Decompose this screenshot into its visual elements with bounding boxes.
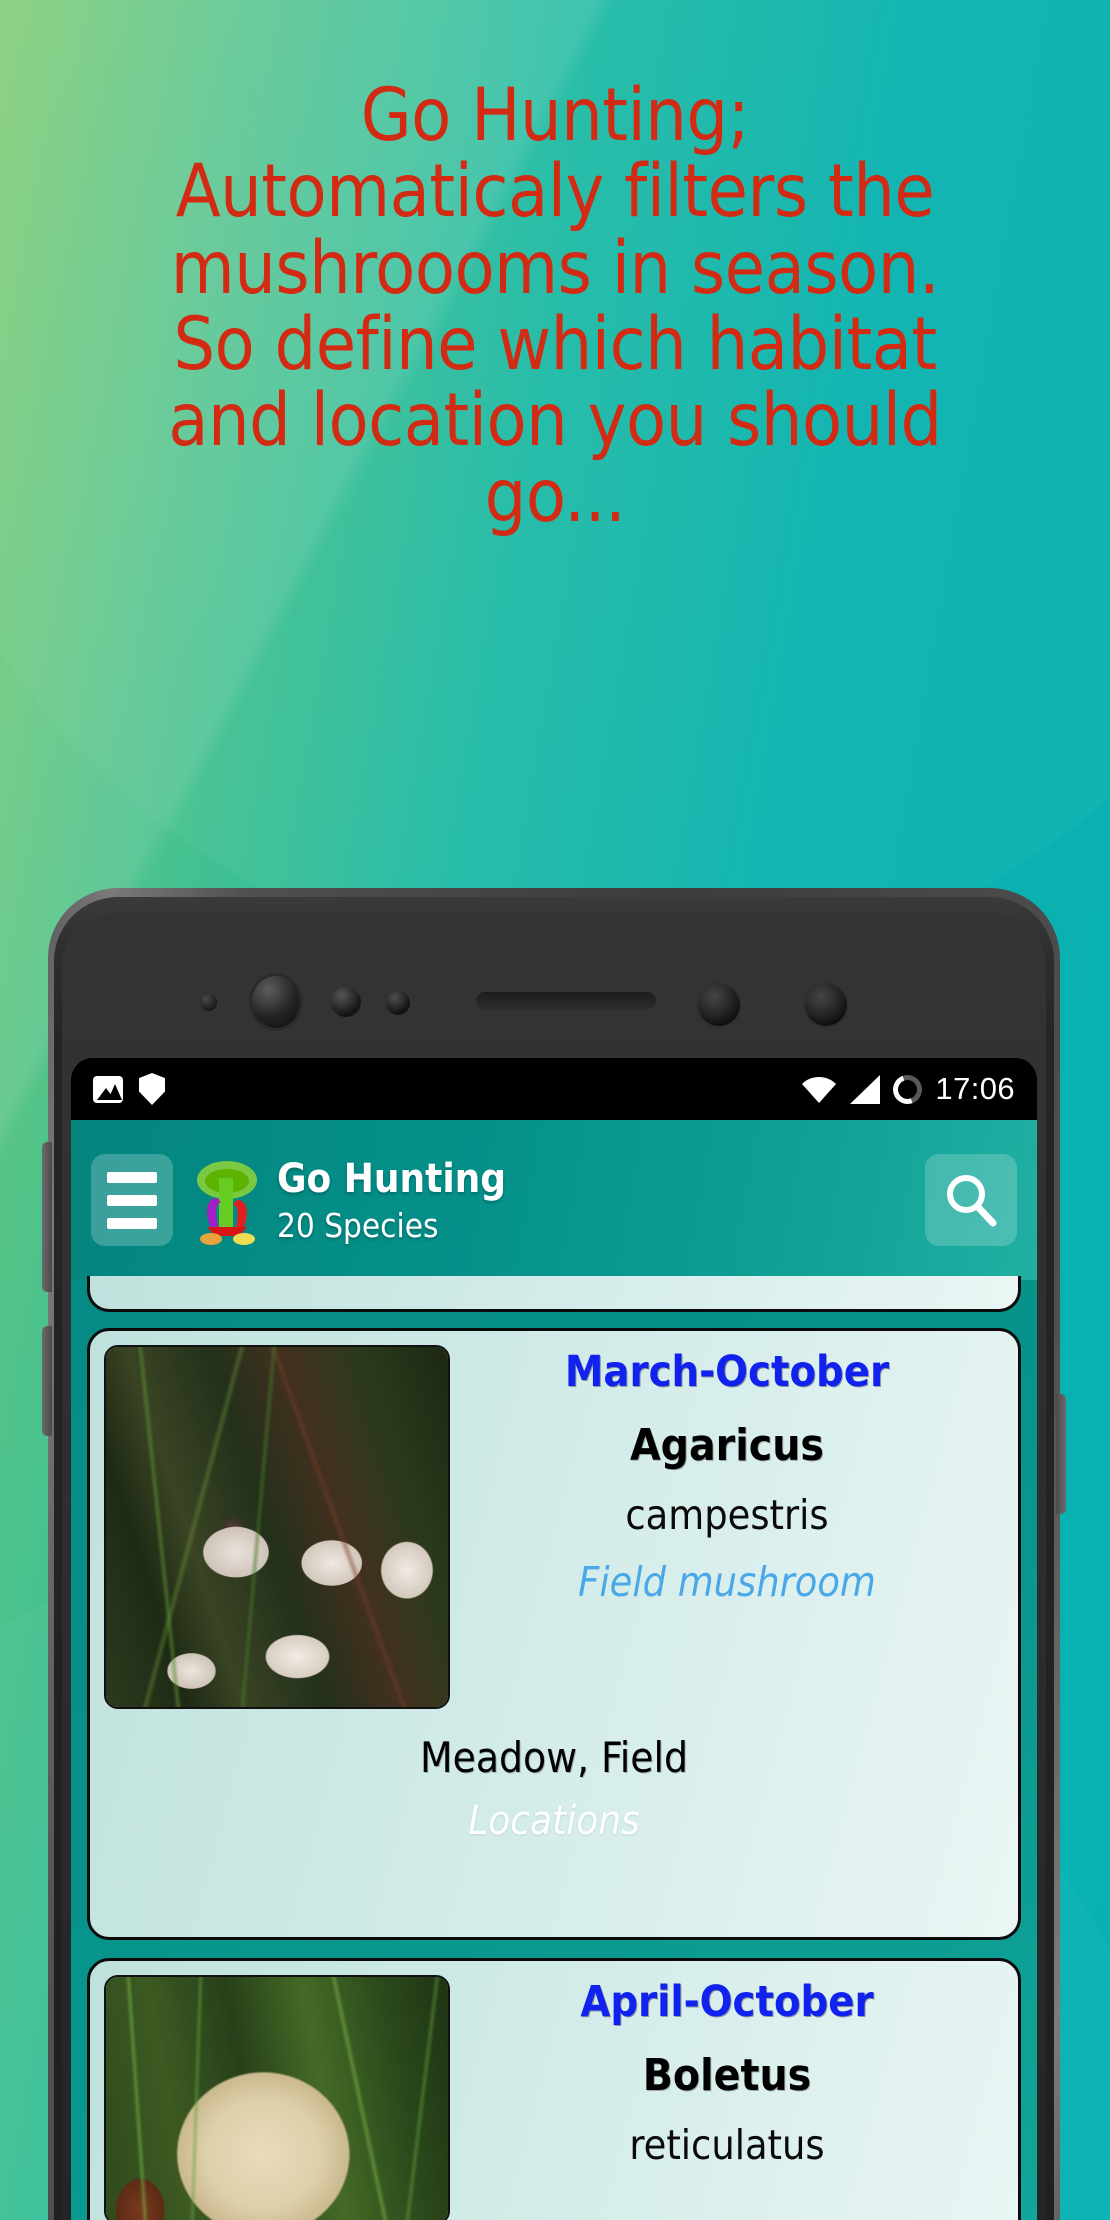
phone-screen: 17:06 Go Hunting 20 Species March-Octobe… bbox=[71, 1058, 1037, 2220]
genus-name: Agaricus bbox=[630, 1420, 824, 1471]
boletus-reticulatus-photo bbox=[106, 1977, 448, 2220]
list-item[interactable]: April-October Boletus reticulatus bbox=[87, 1958, 1021, 2220]
species-thumbnail[interactable] bbox=[104, 1975, 450, 2220]
card-text-block: April-October Boletus reticulatus bbox=[450, 1975, 1004, 2220]
card-main-row: April-October Boletus reticulatus bbox=[90, 1961, 1018, 2220]
card-locations-block: Meadow, Field Locations bbox=[90, 1733, 1018, 1844]
app-bar: Go Hunting 20 Species bbox=[71, 1120, 1037, 1280]
shield-icon bbox=[139, 1073, 165, 1105]
status-bar: 17:06 bbox=[71, 1058, 1037, 1120]
proximity-sensor-icon bbox=[331, 987, 361, 1017]
season-range: April-October bbox=[580, 1977, 874, 2027]
status-bar-clock: 17:06 bbox=[935, 1071, 1015, 1106]
genus-name: Boletus bbox=[642, 2050, 812, 2101]
wifi-icon bbox=[801, 1076, 837, 1103]
image-icon bbox=[93, 1075, 123, 1103]
hamburger-bar-1 bbox=[107, 1171, 157, 1183]
card-main-row: March-October Agaricus campestris Field … bbox=[90, 1331, 1018, 1709]
volume-down-button[interactable] bbox=[42, 1326, 52, 1436]
common-name: Field mushroom bbox=[578, 1558, 876, 1606]
card-text-block: March-October Agaricus campestris Field … bbox=[450, 1345, 1004, 1709]
search-icon bbox=[947, 1175, 997, 1227]
mushroom-logo-icon bbox=[191, 1154, 263, 1246]
headline-line-5: and location you should bbox=[168, 378, 942, 464]
signal-icon bbox=[850, 1074, 881, 1104]
species-name: reticulatus bbox=[629, 2121, 825, 2169]
power-button[interactable] bbox=[1056, 1394, 1066, 1514]
species-name: campestris bbox=[625, 1491, 829, 1539]
hamburger-bar-3 bbox=[107, 1217, 157, 1229]
locations-value: Meadow, Field bbox=[420, 1733, 688, 1782]
headline-line-4: So define which habitat bbox=[173, 301, 937, 387]
sensor-dot-icon-3 bbox=[805, 984, 847, 1026]
list-item-partial[interactable] bbox=[87, 1276, 1021, 1312]
species-list[interactable]: March-October Agaricus campestris Field … bbox=[71, 1276, 1037, 2220]
headline-line-3: mushroooms in season. bbox=[170, 225, 940, 311]
headline-line-2: Automaticaly filters the bbox=[175, 149, 935, 235]
locations-label: Locations bbox=[468, 1798, 640, 1844]
hamburger-menu-icon[interactable] bbox=[91, 1154, 173, 1246]
page-title: Go Hunting bbox=[277, 1156, 507, 1202]
battery-icon bbox=[888, 1069, 928, 1109]
promo-headline: Go Hunting; Automaticaly filters the mus… bbox=[0, 73, 1110, 540]
headline-line-6: go... bbox=[484, 454, 626, 540]
season-range: March-October bbox=[564, 1347, 890, 1397]
status-bar-right-icons: 17:06 bbox=[801, 1069, 1015, 1109]
app-title-block: Go Hunting 20 Species bbox=[277, 1158, 506, 1242]
earpiece-speaker bbox=[476, 992, 656, 1010]
list-item[interactable]: March-October Agaricus campestris Field … bbox=[87, 1328, 1021, 1940]
search-button[interactable] bbox=[925, 1154, 1017, 1246]
species-thumbnail[interactable] bbox=[104, 1345, 450, 1709]
front-camera-icon bbox=[252, 976, 300, 1028]
hamburger-bar-2 bbox=[107, 1194, 157, 1206]
volume-up-button[interactable] bbox=[42, 1142, 52, 1292]
sensor-dot-icon bbox=[200, 994, 217, 1011]
sensor-dot-icon-2 bbox=[698, 984, 740, 1026]
species-count-label: 20 Species bbox=[277, 1206, 439, 1245]
headline-line-1: Go Hunting; bbox=[360, 73, 750, 158]
status-bar-left-icons bbox=[93, 1073, 165, 1105]
agaricus-campestris-photo bbox=[106, 1347, 448, 1707]
light-sensor-icon bbox=[386, 991, 410, 1015]
phone-mockup: 17:06 Go Hunting 20 Species March-Octobe… bbox=[42, 888, 1066, 2220]
